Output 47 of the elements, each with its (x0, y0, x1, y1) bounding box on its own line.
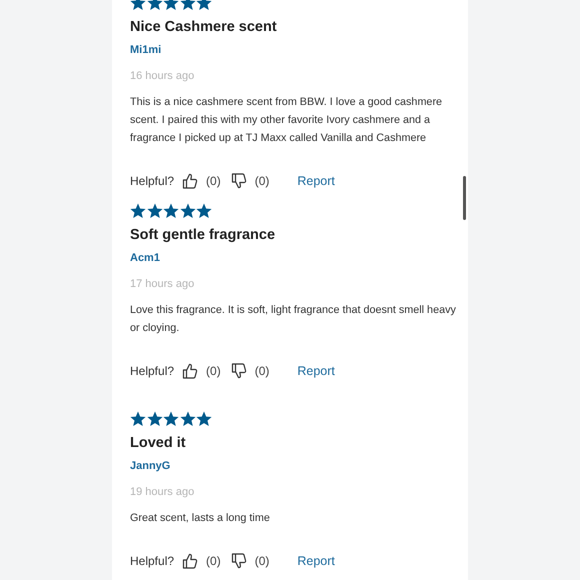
vote-count: (0) (254, 364, 270, 378)
thumbs-up-button[interactable] (182, 363, 198, 379)
thumbs-up-icon (182, 363, 198, 379)
thumbs-up-icon (182, 553, 198, 569)
report-link[interactable]: Report (297, 174, 335, 188)
star-icon (163, 203, 179, 219)
star-icon (146, 411, 162, 427)
helpful-label: Helpful? (130, 174, 174, 188)
helpful-label: Helpful? (130, 554, 174, 568)
thumbs-up-icon (182, 173, 198, 189)
star-icon (180, 411, 196, 427)
thumbs-down-icon (230, 173, 247, 189)
star-icon (146, 203, 162, 219)
thumbs-down-button[interactable] (230, 363, 247, 379)
review-text: This is a nice cashmere scent from BBW. I love a good cashmere scent. I paired this with my other favorite Ivory cashmere and a fragrance I picked up at TJ Maxx called Vanilla and Cashmere (130, 95, 444, 146)
review-title: Loved it (130, 434, 186, 453)
vote-count: (0) (206, 174, 221, 188)
star-icon (180, 203, 196, 219)
vote-count: (0) (206, 554, 221, 568)
author-link[interactable]: Acm1 (130, 250, 160, 266)
author-link[interactable]: Mi1mi (130, 42, 162, 58)
thumbs-down-icon (230, 363, 247, 379)
vote-count: (0) (254, 554, 270, 568)
star-icon (196, 203, 212, 219)
star-icon (130, 411, 146, 427)
review-date: 16 hours ago (130, 69, 194, 84)
report-link[interactable]: Report (297, 364, 335, 378)
vote-count: (0) (254, 174, 270, 188)
review-title: Soft gentle fragrance (130, 226, 276, 245)
helpful-label: Helpful? (130, 364, 174, 378)
review-title: Nice Cashmere scent (130, 18, 277, 37)
author-link[interactable]: JannyG (130, 458, 170, 474)
thumbs-down-button[interactable] (230, 553, 247, 569)
thumbs-up-button[interactable] (182, 553, 198, 569)
thumbs-down-icon (230, 553, 247, 569)
thumbs-down-button[interactable] (230, 173, 247, 189)
review-date: 17 hours ago (130, 277, 194, 292)
star-icon (130, 203, 146, 219)
report-link[interactable]: Report (297, 554, 335, 568)
scrollbar[interactable] (463, 176, 466, 220)
review-date: 19 hours ago (130, 485, 194, 500)
star-icon (163, 411, 179, 427)
review-text: Love this fragrance. It is soft, light fragrance that doesnt smell heavy or cloying. (130, 303, 457, 336)
star-icon (196, 411, 212, 427)
vote-count: (0) (206, 364, 221, 378)
review-text: Great scent, lasts a long time (130, 511, 271, 526)
thumbs-up-button[interactable] (182, 173, 198, 189)
